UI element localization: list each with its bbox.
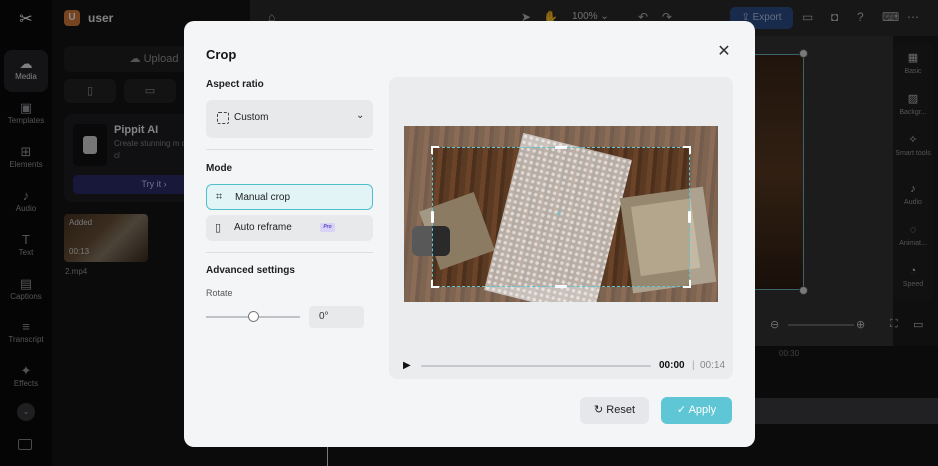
aspect-ratio-select[interactable]: Custom ⌄ — [206, 100, 373, 138]
dialog-title: Crop — [206, 47, 237, 62]
advanced-settings-label: Advanced settings — [206, 265, 295, 276]
check-icon: ✓ — [676, 404, 689, 416]
crop-handle-left[interactable] — [431, 211, 434, 223]
apply-button[interactable]: ✓ Apply — [661, 397, 732, 424]
crop-mask — [690, 147, 718, 287]
apply-label: Apply — [688, 404, 717, 416]
divider — [206, 252, 373, 253]
close-icon[interactable]: ✕ — [715, 43, 733, 61]
playback-progress[interactable] — [421, 365, 651, 367]
play-icon[interactable]: ▶ — [403, 360, 411, 371]
reset-label: Reset — [606, 404, 636, 416]
rotate-slider-thumb[interactable] — [248, 311, 259, 322]
crop-handle-right[interactable] — [688, 211, 691, 223]
aspect-ratio-value: Custom — [234, 112, 269, 123]
chevron-down-icon: ⌄ — [356, 110, 365, 121]
manual-crop-button[interactable]: ⌗ Manual crop — [206, 184, 373, 210]
reframe-icon: ▯ — [215, 222, 222, 234]
rotate-label: Rotate — [206, 288, 233, 298]
crop-mask — [404, 126, 718, 147]
crop-handle-top-left[interactable] — [431, 146, 439, 154]
crop-center-icon: + — [556, 209, 562, 220]
auto-reframe-button[interactable]: ▯ Auto reframe Pro — [206, 215, 373, 241]
crop-handle-top[interactable] — [555, 146, 567, 149]
mode-label: Mode — [206, 163, 233, 174]
mode-label-text: Manual crop — [235, 192, 291, 203]
reset-button[interactable]: ↻ Reset — [580, 397, 649, 424]
reset-icon: ↻ — [593, 404, 607, 416]
aspect-ratio-label: Aspect ratio — [206, 79, 264, 90]
crop-handle-top-right[interactable] — [683, 146, 691, 154]
pro-badge: Pro — [320, 223, 335, 232]
divider — [206, 149, 373, 150]
current-time: 00:00 — [659, 360, 685, 371]
custom-ratio-icon — [217, 112, 229, 124]
crop-handle-bottom[interactable] — [555, 285, 567, 288]
mode-label-text: Auto reframe — [234, 222, 292, 233]
crop-mask — [404, 287, 718, 302]
crop-mask — [404, 147, 432, 287]
rotate-input[interactable]: 0° — [309, 306, 364, 328]
crop-handle-bottom-left[interactable] — [431, 280, 439, 288]
total-time: 00:14 — [700, 360, 726, 371]
crop-handle-bottom-right[interactable] — [683, 280, 691, 288]
crop-icon: ⌗ — [216, 191, 223, 203]
time-separator: | — [692, 360, 695, 371]
